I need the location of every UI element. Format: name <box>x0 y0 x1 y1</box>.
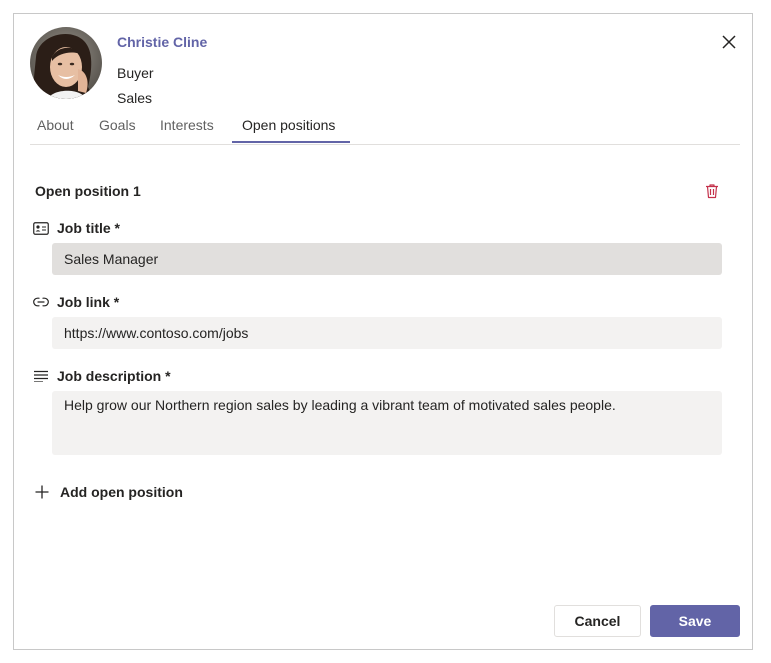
job-link-input[interactable]: https://www.contoso.com/jobs <box>52 317 722 349</box>
text-lines-icon <box>33 368 49 384</box>
tab-interests[interactable]: Interests <box>160 110 214 143</box>
save-button[interactable]: Save <box>650 605 740 637</box>
link-icon <box>33 294 49 310</box>
tab-bar: About Goals Interests Open positions <box>30 110 740 145</box>
job-description-input[interactable]: Help grow our Northern region sales by l… <box>52 391 722 455</box>
profile-department: Sales <box>117 90 153 106</box>
tab-goals[interactable]: Goals <box>99 110 136 143</box>
tab-open-positions[interactable]: Open positions <box>242 110 335 143</box>
close-icon <box>722 35 736 49</box>
profile-dialog: Christie Cline Buyer Sales About Goals I… <box>13 13 753 650</box>
trash-icon <box>706 184 718 199</box>
cancel-button[interactable]: Cancel <box>554 605 641 637</box>
job-description-label: Job description * <box>57 368 171 384</box>
plus-icon <box>35 485 49 499</box>
job-title-input[interactable]: Sales Manager <box>52 243 722 275</box>
tab-about[interactable]: About <box>37 110 74 143</box>
add-open-position-label: Add open position <box>60 484 183 500</box>
avatar <box>30 27 102 99</box>
job-link-label: Job link * <box>57 294 120 310</box>
profile-role: Buyer <box>117 65 154 81</box>
close-button[interactable] <box>717 30 741 54</box>
delete-position-button[interactable] <box>702 181 722 201</box>
active-tab-indicator <box>232 141 350 143</box>
profile-name: Christie Cline <box>117 34 208 50</box>
open-position-title: Open position 1 <box>35 183 141 199</box>
add-open-position-button[interactable]: Add open position <box>35 482 183 502</box>
contact-card-icon <box>33 220 49 236</box>
job-title-label: Job title * <box>57 220 121 236</box>
